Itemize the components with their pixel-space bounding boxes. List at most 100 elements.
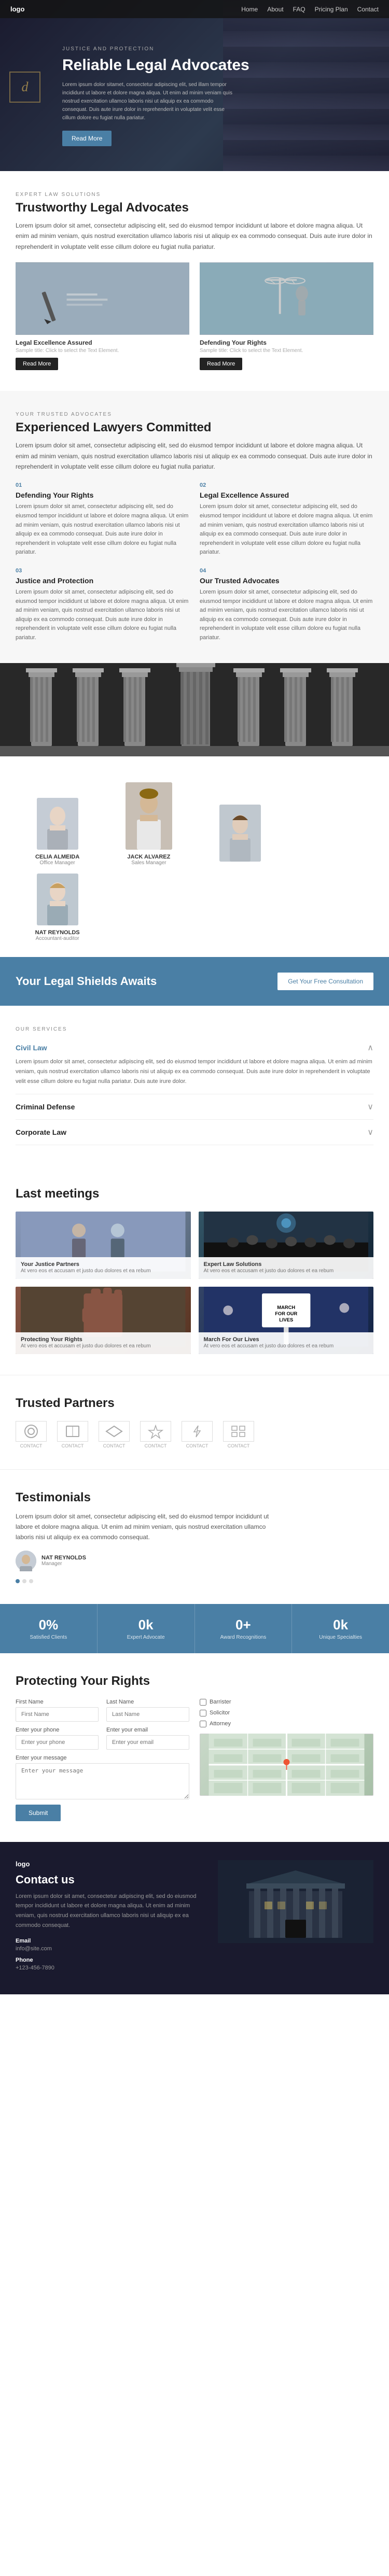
meeting-title-3: March For Our Lives [204, 1336, 369, 1343]
checkbox-attorney: Attorney [200, 1721, 373, 1727]
chevron-down-icon-2: ∨ [367, 1127, 373, 1137]
stat-item-3: 0k Unique Specialties [292, 1604, 389, 1653]
checkbox-attorney-label: Attorney [210, 1721, 231, 1727]
team-role-1: Sales Manager [107, 860, 190, 866]
email-input[interactable] [106, 1735, 189, 1750]
testimonial-role: Manager [41, 1561, 86, 1567]
nav-logo[interactable]: logo [10, 5, 24, 13]
message-label: Enter your message [16, 1755, 189, 1761]
testimonials-text: Lorem ipsum dolor sit amet, consectetur … [16, 1511, 275, 1543]
chevron-down-icon: ∨ [367, 1102, 373, 1112]
hero-content: JUSTICE AND PROTECTION Reliable Legal Ad… [16, 10, 260, 162]
contact-form-left: First Name Last Name Enter your phone En… [16, 1699, 189, 1821]
contact-footer: logo Contact us Lorem ipsum dolor sit am… [0, 1842, 389, 1995]
partner-label-5: CONTACT [223, 1443, 254, 1448]
service-name-2: Corporate Law [16, 1128, 66, 1136]
lawyer-num-3: 04 [200, 568, 373, 574]
nav-pricing[interactable]: Pricing Plan [315, 6, 348, 13]
stat-label-1: Expert Advocate [108, 1635, 184, 1640]
card-image-0 [16, 262, 189, 335]
checkbox-barrister-input[interactable] [200, 1699, 206, 1706]
nav-home[interactable]: Home [241, 6, 258, 13]
contact-form-right: Barrister Solicitor Attorney [200, 1699, 373, 1821]
meeting-caption-2: Protecting Your Rights At vero eos et ac… [16, 1332, 191, 1354]
stat-label-3: Unique Specialties [302, 1635, 379, 1640]
team-role-0: Office Manager [16, 860, 99, 866]
phone-input[interactable] [16, 1735, 99, 1750]
email-info-value: info@site.com [16, 1946, 202, 1952]
team-grid: CELIA ALMEIDA Office Manager JACK ALVARE… [16, 782, 373, 941]
hero-cta-button[interactable]: Read More [62, 131, 112, 146]
contact-footer-text: Lorem ipsum dolor sit amet, consectetur … [16, 1892, 202, 1931]
message-textarea[interactable] [16, 1763, 189, 1799]
lawyer-item-1: 02 Legal Excellence Assured Lorem ipsum … [200, 482, 373, 557]
checkbox-barrister: Barrister [200, 1699, 373, 1706]
form-row-contact: Enter your phone Enter your email [16, 1727, 189, 1750]
checkbox-attorney-input[interactable] [200, 1721, 206, 1727]
lawyer-num-1: 02 [200, 482, 373, 488]
stat-num-0: 0% [10, 1617, 87, 1633]
svg-text:MARCH: MARCH [277, 1304, 295, 1310]
lawyer-text-1: Lorem ipsum dolor sit amet, consectetur … [200, 502, 373, 557]
dot-0[interactable] [16, 1579, 20, 1583]
meeting-caption-3: March For Our Lives At vero eos et accus… [199, 1332, 374, 1354]
checkbox-solicitor-input[interactable] [200, 1710, 206, 1716]
card-caption-1: Sample title: Click to select the Text E… [200, 348, 373, 354]
experienced-text: Lorem ipsum dolor sit amet, consectetur … [16, 440, 373, 472]
card-image-1 [200, 262, 373, 335]
team-avatar-3 [37, 874, 78, 925]
partner-logo-0 [16, 1421, 47, 1442]
card-btn-1[interactable]: Read More [200, 358, 242, 370]
checkbox-solicitor-label: Solicitor [210, 1710, 230, 1716]
dot-2[interactable] [29, 1579, 33, 1583]
testimonial-dots [16, 1579, 373, 1583]
checkbox-solicitor: Solicitor [200, 1710, 373, 1716]
hero-subtitle: JUSTICE AND PROTECTION [62, 46, 249, 52]
nav-faq[interactable]: FAQ [293, 6, 305, 13]
partner-label-0: CONTACT [16, 1443, 47, 1448]
service-header-2[interactable]: Corporate Law ∨ [16, 1127, 373, 1137]
service-name-1: Criminal Defense [16, 1103, 75, 1111]
service-header-0[interactable]: Civil Law ∧ [16, 1043, 373, 1053]
cta-button[interactable]: Get Your Free Consultation [277, 973, 373, 990]
meetings-grid: Your Justice Partners At vero eos et acc… [16, 1212, 373, 1354]
service-item-2: Corporate Law ∨ [16, 1120, 373, 1145]
form-group-firstname: First Name [16, 1699, 99, 1722]
team-avatar-2 [219, 805, 261, 862]
phone-info-label: Phone [16, 1957, 202, 1963]
stat-label-2: Award Recognitions [205, 1635, 282, 1640]
lastname-input[interactable] [106, 1707, 189, 1722]
svg-text:LIVES: LIVES [279, 1317, 293, 1322]
lawyer-text-2: Lorem ipsum dolor sit amet, consectetur … [16, 588, 189, 643]
contact-footer-grid: logo Contact us Lorem ipsum dolor sit am… [16, 1860, 373, 1977]
testimonials-section: Testimonials Lorem ipsum dolor sit amet,… [0, 1469, 389, 1604]
experienced-section: YOUR TRUSTED ADVOCATES Experienced Lawye… [0, 391, 389, 663]
card-title-1: Defending Your Rights [200, 339, 373, 346]
cta-title: Your Legal Shields Awaits [16, 975, 157, 988]
service-header-1[interactable]: Criminal Defense ∨ [16, 1102, 373, 1112]
lawyer-item-2: 03 Justice and Protection Lorem ipsum do… [16, 568, 189, 643]
submit-button[interactable]: Submit [16, 1805, 61, 1821]
footer-logo: logo [16, 1860, 202, 1868]
nav-about[interactable]: About [267, 6, 283, 13]
team-role-3: Accountant-auditor [16, 936, 99, 941]
trustworthy-card-0: Legal Excellence Assured Sample title: C… [16, 262, 189, 370]
dot-1[interactable] [22, 1579, 26, 1583]
hero-section: d JUSTICE AND PROTECTION Reliable Legal … [0, 0, 389, 171]
contact-form-layout: First Name Last Name Enter your phone En… [16, 1699, 373, 1821]
navigation: logo Home About FAQ Pricing Plan Contact [0, 0, 389, 18]
firstname-input[interactable] [16, 1707, 99, 1722]
form-group-email: Enter your email [106, 1727, 189, 1750]
team-member-1: JACK ALVAREZ Sales Manager [107, 782, 190, 866]
columns-image [0, 663, 389, 756]
partner-label-2: CONTACT [99, 1443, 130, 1448]
card-btn-0[interactable]: Read More [16, 358, 58, 370]
experienced-label: YOUR TRUSTED ADVOCATES [16, 412, 373, 417]
partner-label-1: CONTACT [57, 1443, 88, 1448]
nav-contact[interactable]: Contact [357, 6, 379, 13]
stat-item-2: 0+ Award Recognitions [195, 1604, 293, 1653]
contact-form-section: Protecting Your Rights First Name Last N… [0, 1653, 389, 1842]
meeting-title-2: Protecting Your Rights [21, 1336, 186, 1343]
lawyer-title-2: Justice and Protection [16, 576, 189, 585]
email-info-label: Email [16, 1938, 202, 1944]
